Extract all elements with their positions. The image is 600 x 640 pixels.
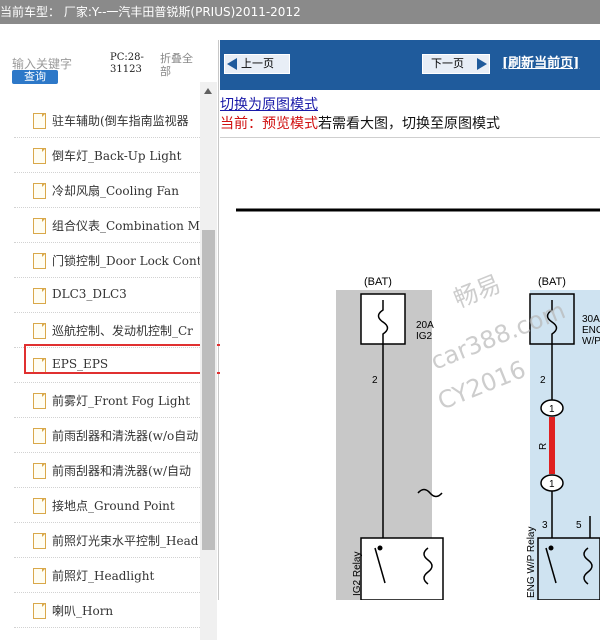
relay-right-label: ENG W/P Relay: [526, 527, 537, 599]
tree-item-label: 前照灯_Headlight: [52, 569, 155, 583]
fuse-left-name: IG2: [416, 331, 433, 342]
wire-color-label: R: [538, 443, 549, 450]
bat-right-label: (BAT): [538, 276, 566, 288]
left-panel: 输入关键字 查询 PC:28-31123 折叠全部 驻车辅助(倒车指南监视器 倒…: [0, 40, 226, 640]
tree-item[interactable]: 前照灯_Headlight: [14, 558, 200, 593]
tree-item-label: 前雨刮器和清洗器(w/自动: [52, 464, 191, 478]
mode-hint-text: 若需看大图，切换至原图模式: [318, 116, 500, 132]
search-button[interactable]: 查询: [12, 70, 58, 84]
collapse-all-button[interactable]: 折叠全部: [160, 52, 200, 78]
document-icon: [33, 218, 46, 234]
tree-item[interactable]: 组合仪表_Combination Me: [14, 208, 200, 243]
window-strip: [0, 24, 600, 40]
arrow-right-icon: [477, 58, 487, 70]
tree-item[interactable]: 前雨刮器和清洗器(w/自动: [14, 453, 200, 488]
tree-item-label: 接地点_Ground Point: [52, 499, 175, 513]
tree-item[interactable]: 前雨刮器和清洗器(w/o自动: [14, 418, 200, 453]
previous-page-label: 上一页: [241, 57, 274, 70]
scroll-up-arrow-icon[interactable]: [204, 88, 212, 94]
document-icon: [33, 393, 46, 409]
previous-page-button[interactable]: 上一页: [224, 54, 290, 74]
fuse-right-amp: 30A: [582, 314, 600, 325]
scrollbar-thumb[interactable]: [202, 230, 215, 550]
connector-bottom-label: 1: [549, 479, 555, 490]
wiring-diagram: (BAT) 20A IG2 2 IG2 Relay (BAT) 30A ENG …: [236, 208, 600, 600]
tree-item[interactable]: 冷却风扇_Cooling Fan: [14, 173, 200, 208]
next-page-button[interactable]: 下一页: [422, 54, 490, 74]
tree-item-label: 门锁控制_Door Lock Cont: [52, 254, 200, 268]
document-icon: [33, 428, 46, 444]
tree-item[interactable]: 门锁控制_Door Lock Cont: [14, 243, 200, 278]
window-title: 当前车型： 厂家:Y--一汽丰田普锐斯(PRIUS)2011-2012: [0, 5, 301, 19]
switch-original-mode-link[interactable]: 切换为原图模式: [220, 94, 318, 114]
document-icon: [33, 288, 46, 304]
fuse-left-amp: 20A: [416, 320, 434, 331]
tree-item-label: 驻车辅助(倒车指南监视器: [52, 114, 189, 128]
tree-item-label: 喇叭_Horn: [52, 604, 114, 618]
tree-item[interactable]: DLC3_DLC3: [14, 278, 200, 313]
left-scrollbar[interactable]: [200, 82, 217, 640]
tree-item[interactable]: 前雾灯_Front Fog Light: [14, 383, 200, 418]
tree-item-label: 前照灯光束水平控制_Head: [52, 534, 199, 548]
tree-item[interactable]: 喇叭_Horn: [14, 593, 200, 628]
document-icon: [33, 113, 46, 129]
tree-item-label: DLC3_DLC3: [52, 287, 127, 301]
document-icon: [33, 498, 46, 514]
tree-item-label: 前雨刮器和清洗器(w/o自动: [52, 429, 199, 443]
fuse-right-sub: W/P: [582, 336, 600, 347]
pin-left-label: 2: [372, 375, 378, 386]
document-icon: [33, 183, 46, 199]
arrow-left-icon: [227, 58, 237, 70]
pin-right-bottom-label: 3: [542, 520, 548, 531]
content-panel: 上一页 下一页 [刷新当前页] 切换为原图模式 当前：预览模式若需看大图，切换至…: [220, 40, 600, 600]
page-toolbar: 上一页 下一页 [刷新当前页]: [220, 40, 600, 90]
relay-right-contact: [548, 545, 554, 551]
current-mode-text: 当前：预览模式: [220, 116, 318, 132]
connector-top-label: 1: [549, 404, 555, 415]
tree-item-label: 冷却风扇_Cooling Fan: [52, 184, 179, 198]
bat-left-label: (BAT): [364, 276, 392, 288]
tree-item[interactable]: 接地点_Ground Point: [14, 488, 200, 523]
fuse-right-name: ENG: [582, 325, 600, 336]
relay-left-label: IG2 Relay: [352, 552, 363, 596]
tree-item[interactable]: 倒车灯_Back-Up Light: [14, 138, 200, 173]
document-icon: [33, 253, 46, 269]
document-icon: [33, 603, 46, 619]
tree-item[interactable]: 驻车辅助(倒车指南监视器: [14, 103, 200, 138]
tree-item-label: 巡航控制、发动机控制_Cr: [52, 324, 193, 338]
document-icon: [33, 323, 46, 339]
pc-code-label: PC:28-31123: [110, 52, 144, 75]
refresh-page-link[interactable]: [刷新当前页]: [502, 54, 579, 74]
document-icon: [33, 148, 46, 164]
document-icon: [33, 463, 46, 479]
tree-item-label: 倒车灯_Back-Up Light: [52, 149, 182, 163]
document-icon: [33, 568, 46, 584]
window-title-bar: 当前车型： 厂家:Y--一汽丰田普锐斯(PRIUS)2011-2012: [0, 0, 600, 24]
tree-item-selected[interactable]: 巡航控制、发动机控制_Cr: [14, 313, 200, 348]
mode-status: 当前：预览模式若需看大图，切换至原图模式: [220, 113, 500, 133]
watermark-line1: 畅易: [450, 270, 505, 314]
pin-right-bottom2-label: 5: [576, 520, 582, 531]
tree-item[interactable]: 前照灯光束水平控制_Head: [14, 523, 200, 558]
document-icon: [33, 533, 46, 549]
selection-highlight-box: [24, 344, 226, 374]
relay-left-contact: [377, 545, 383, 551]
next-page-label: 下一页: [431, 57, 464, 70]
pin-right-top-label: 2: [540, 375, 546, 386]
tree-item-label: 组合仪表_Combination Me: [52, 219, 200, 233]
tree-item-label: 前雾灯_Front Fog Light: [52, 394, 191, 408]
